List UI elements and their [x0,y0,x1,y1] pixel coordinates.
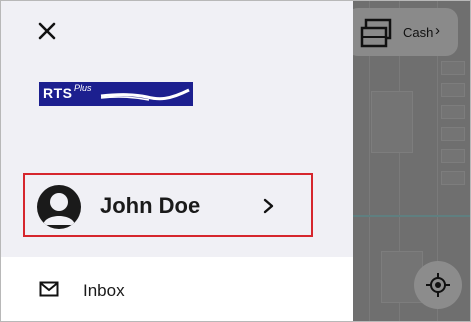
map-block [441,83,465,97]
menu-item-inbox[interactable]: Inbox [1,273,353,313]
map-block [371,91,413,153]
drawer-header: RTS Plus John Doe [1,1,353,257]
logo-wave-graphic [100,88,190,101]
chevron-right-icon: › [435,22,440,39]
map-block [441,105,465,119]
profile-name: John Doe [100,193,201,218]
payment-method-button[interactable]: Cash › [346,8,458,56]
map-block [441,171,465,185]
chevron-right-icon [263,198,274,214]
map-block [441,61,465,75]
locate-button[interactable] [414,261,462,309]
close-icon[interactable] [35,19,59,43]
payment-card-icon [360,18,392,48]
payment-method-label: Cash [403,25,434,40]
map-road-line [341,215,470,217]
locate-icon [426,273,450,297]
app-window: Cash › RTS Plus John Doe Inbox [0,0,471,322]
profile-row[interactable]: John Doe [23,173,313,237]
map-block [441,149,465,163]
menu-item-label: Inbox [83,281,125,300]
person-icon [37,185,81,229]
mail-icon [39,281,59,297]
app-logo: RTS Plus [39,82,193,106]
navigation-drawer: RTS Plus John Doe Inbox [1,1,353,321]
map-block [441,127,465,141]
